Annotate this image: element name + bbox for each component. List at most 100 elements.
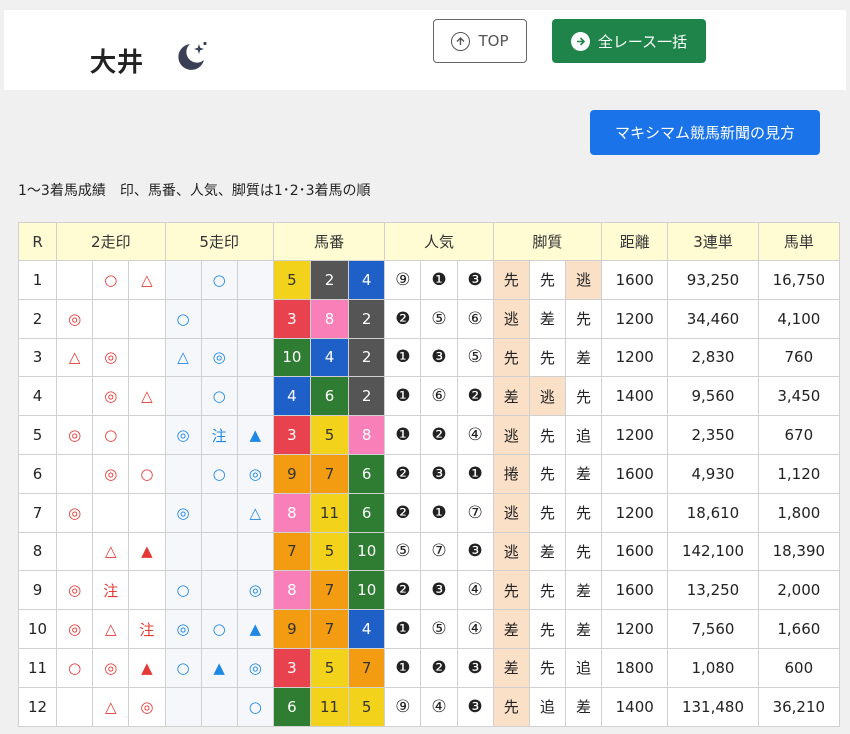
all-races-label: 全レース一括 — [597, 32, 688, 51]
horse-number-cell: 6 — [348, 492, 386, 533]
horse-number-cell: 7 — [309, 609, 350, 649]
mark-5-cell — [164, 376, 202, 417]
popularity-cell: ❷ — [384, 453, 422, 494]
popularity-cell: ❷ — [384, 492, 422, 533]
mark-5-cell — [200, 686, 238, 727]
popularity-cell: ⑤ — [456, 337, 494, 378]
running-style-cell: 先 — [528, 260, 566, 300]
mark-5-cell: ◎ — [236, 453, 274, 494]
running-style-cell: 先 — [528, 609, 566, 649]
race-number: 2 — [17, 298, 58, 339]
distance-cell: 1200 — [601, 609, 669, 649]
header-horse-number: 馬番 — [272, 222, 386, 261]
header-running-style: 脚質 — [492, 222, 603, 261]
race-number: 9 — [17, 570, 58, 611]
horse-number-cell: 4 — [272, 376, 312, 417]
arrow-right-icon — [570, 31, 590, 51]
distance-cell: 1400 — [601, 686, 669, 727]
exacta-cell: 1,660 — [757, 609, 841, 649]
running-style-cell: 差 — [528, 531, 566, 572]
top-button[interactable]: TOP — [433, 19, 527, 63]
running-style-cell: 差 — [564, 570, 603, 611]
race-number: 6 — [17, 453, 58, 494]
distance-cell: 1800 — [601, 647, 669, 688]
trifecta-cell: 7,560 — [667, 609, 759, 649]
mark-2-cell: 注 — [128, 609, 166, 649]
top-button-label: TOP — [478, 32, 509, 50]
running-style-cell: 先 — [564, 531, 603, 572]
popularity-cell: ❶ — [384, 415, 422, 455]
mark-2-cell: △ — [128, 376, 166, 417]
mark-5-cell — [200, 531, 238, 572]
popularity-cell: ④ — [456, 415, 494, 455]
running-style-cell: 先 — [564, 376, 603, 417]
newspaper-guide-button[interactable]: マキシマム競馬新聞の見方 — [590, 110, 820, 155]
mark-2-cell: ▲ — [128, 531, 166, 572]
running-style-cell: 差 — [492, 647, 530, 688]
popularity-cell: ❸ — [456, 686, 494, 727]
popularity-cell: ❶ — [384, 647, 422, 688]
horse-number-cell: 5 — [309, 415, 350, 455]
mark-5-cell: ○ — [164, 298, 202, 339]
mark-5-cell — [200, 570, 238, 611]
header-mark-5: 5走印 — [164, 222, 274, 261]
table-row: 12 △ ◎ ○ 6 11 5 ⑨ ④ ❸ 先追差 1400 131,480 36,210 — [17, 686, 841, 727]
exacta-cell: 36,210 — [757, 686, 841, 727]
mark-2-cell — [92, 492, 130, 533]
mark-5-cell — [164, 260, 202, 300]
running-style-cell: 捲 — [492, 453, 530, 494]
mark-2-cell — [128, 298, 166, 339]
distance-cell: 1600 — [601, 570, 669, 611]
race-number: 1 — [17, 260, 58, 300]
running-style-cell: 逃 — [528, 376, 566, 417]
popularity-cell: ⑤ — [420, 298, 458, 339]
running-style-cell: 先 — [564, 492, 603, 533]
horse-number-cell: 5 — [272, 260, 312, 300]
mark-2-cell — [128, 492, 166, 533]
popularity-cell: ❶ — [420, 492, 458, 533]
table-row: 4 ◎ △ ○ 4 6 2 ❶ ⑥ ❷ 差逃先 1400 9,560 3,450 — [17, 376, 841, 417]
horse-number-cell: 7 — [309, 570, 350, 611]
popularity-cell: ④ — [420, 686, 458, 727]
running-style-cell: 逃 — [492, 531, 530, 572]
trifecta-cell: 1,080 — [667, 647, 759, 688]
mark-2-cell — [128, 337, 166, 378]
mark-2-cell: ◎ — [128, 686, 166, 727]
header-popularity: 人気 — [384, 222, 494, 261]
mark-5-cell: ○ — [236, 686, 274, 727]
horse-number-cell: 5 — [309, 531, 350, 572]
popularity-cell: ❸ — [456, 531, 494, 572]
horse-number-cell: 3 — [272, 415, 312, 455]
mark-5-cell: ○ — [164, 570, 202, 611]
popularity-cell: ❸ — [456, 260, 494, 300]
table-row: 6 ◎ ○ ○ ◎ 9 7 6 ❷ ❸ ❶ 捲先差 1600 4,930 1,120 — [17, 453, 841, 494]
running-style-cell: 先 — [528, 570, 566, 611]
mark-5-cell: ○ — [200, 376, 238, 417]
running-style-cell: 差 — [564, 453, 603, 494]
all-races-button[interactable]: 全レース一括 — [552, 19, 706, 63]
exacta-cell: 670 — [757, 415, 841, 455]
horse-number-cell: 10 — [348, 531, 386, 572]
mark-2-cell: 注 — [92, 570, 130, 611]
night-moon-icon — [178, 41, 207, 70]
running-style-cell: 差 — [564, 609, 603, 649]
running-style-cell: 追 — [564, 415, 603, 455]
popularity-cell: ④ — [456, 570, 494, 611]
horse-number-cell: 7 — [272, 531, 312, 572]
popularity-cell: ❶ — [384, 376, 422, 417]
running-style-cell: 先 — [528, 492, 566, 533]
horse-number-cell: 4 — [348, 609, 386, 649]
trifecta-cell: 93,250 — [667, 260, 759, 300]
running-style-cell: 差 — [528, 298, 566, 339]
popularity-cell: ❷ — [384, 570, 422, 611]
horse-number-cell: 10 — [272, 337, 312, 378]
mark-5-cell: △ — [236, 492, 274, 533]
popularity-cell: ⑨ — [384, 260, 422, 300]
race-number: 11 — [17, 647, 58, 688]
results-caption: 1〜3着馬成績 印、馬番、人気、脚質は1･2･3着馬の順 — [18, 183, 371, 199]
header-distance: 距離 — [601, 222, 669, 261]
distance-cell: 1600 — [601, 453, 669, 494]
running-style-cell: 追 — [528, 686, 566, 727]
horse-number-cell: 11 — [309, 686, 350, 727]
mark-5-cell: ▲ — [236, 609, 274, 649]
